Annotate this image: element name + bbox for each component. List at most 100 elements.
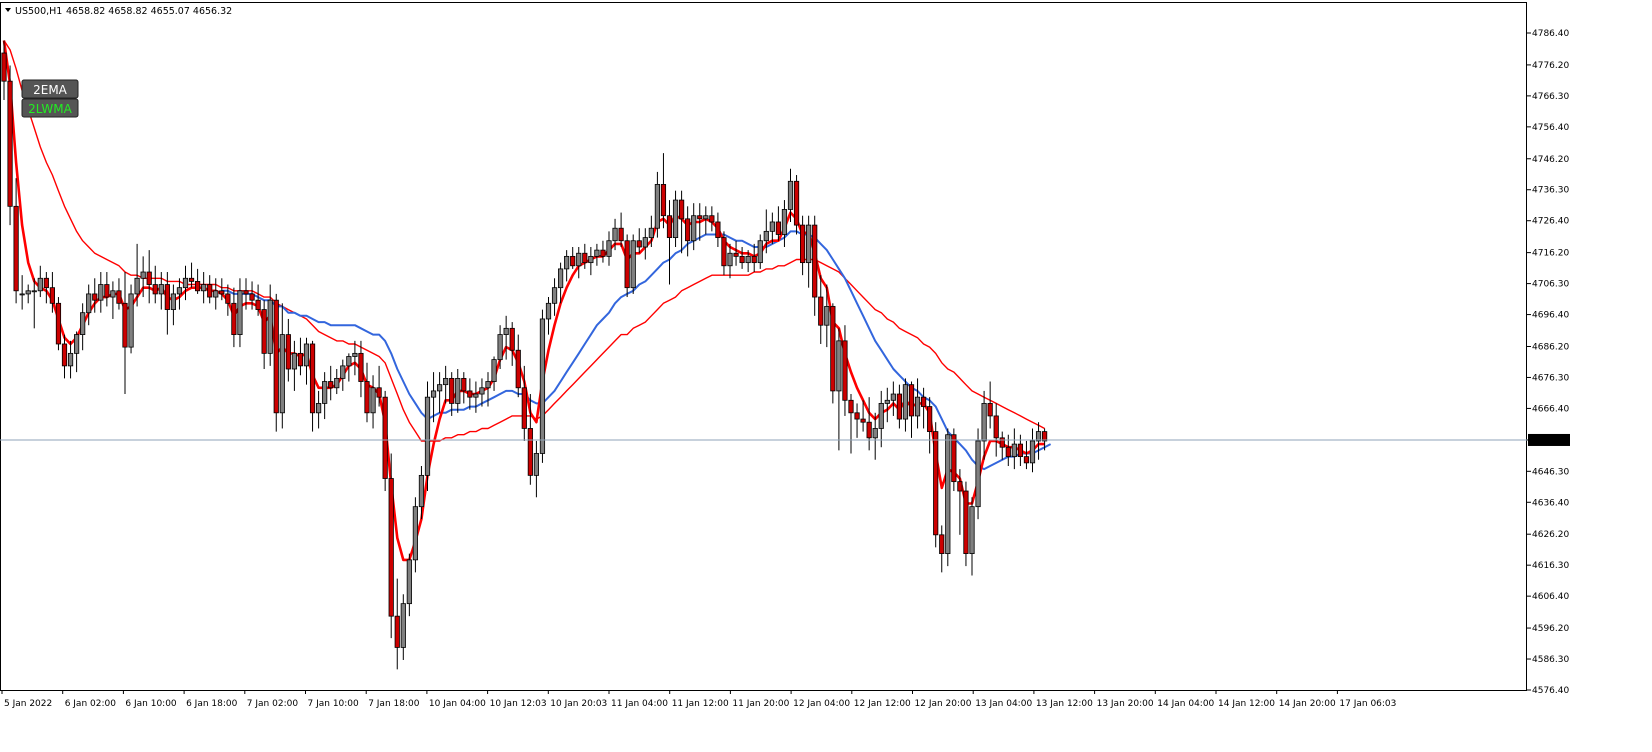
bear-candle-body xyxy=(152,284,158,295)
bull-candle-body xyxy=(31,290,37,293)
bear-candle-body xyxy=(951,434,957,483)
bull-candle-body xyxy=(558,268,564,289)
ema-button[interactable]: 2EMA xyxy=(21,79,79,99)
bull-candle-body xyxy=(902,384,909,420)
bull-candle-body xyxy=(975,440,981,508)
y-tick-label: 4606.40 xyxy=(1532,592,1569,602)
bull-candle-body xyxy=(703,215,709,220)
candle xyxy=(945,428,951,567)
bull-candle-body xyxy=(769,221,775,232)
candle xyxy=(7,65,13,226)
y-tick-label: 4716.20 xyxy=(1532,249,1569,259)
bear-candle-body xyxy=(709,215,715,223)
bull-candle-body xyxy=(485,381,491,389)
bear-candle-body xyxy=(739,255,745,264)
bull-candle-body xyxy=(727,252,733,267)
chart-window: 4786.40 4776.20 4766.30 4756.40 4746.20 4736.… xyxy=(0,0,1652,752)
bull-candle-body xyxy=(479,387,485,395)
bear-candle-body xyxy=(685,218,691,242)
bear-candle-body xyxy=(231,302,237,335)
x-tick-label: 6 Jan 18:00 xyxy=(186,699,238,709)
y-tick-label: 4766.30 xyxy=(1532,92,1569,102)
x-tick-label: 10 Jan 04:00 xyxy=(429,699,486,709)
candle xyxy=(273,293,279,432)
bull-candle-body xyxy=(836,340,842,392)
y-tick-label: 4736.30 xyxy=(1532,186,1569,196)
bear-candle-body xyxy=(364,381,370,414)
bear-candle-body xyxy=(13,205,19,292)
bear-candle-body xyxy=(812,224,818,298)
bear-candle-body xyxy=(600,249,606,257)
bear-candle-body xyxy=(793,180,800,226)
bull-candle-body xyxy=(346,356,352,367)
y-tick-label: 4596.20 xyxy=(1532,624,1569,634)
bear-candle-body xyxy=(1017,443,1024,458)
x-tick-label: 6 Jan 10:00 xyxy=(125,699,177,709)
bull-candle-body xyxy=(334,377,340,389)
ema-button-label: 2EMA xyxy=(33,83,68,97)
bear-candle-body xyxy=(261,309,267,354)
bear-candle-body xyxy=(43,277,49,289)
candle xyxy=(951,428,957,492)
x-tick-label: 7 Jan 18:00 xyxy=(368,699,420,709)
bull-candle-body xyxy=(303,343,310,367)
bull-candle-body xyxy=(672,199,679,239)
bull-candle-body xyxy=(654,184,661,229)
bull-candle-body xyxy=(158,284,164,295)
bull-candle-body xyxy=(213,290,219,298)
bear-candle-body xyxy=(467,390,473,398)
bull-candle-body xyxy=(981,403,987,442)
bull-candle-body xyxy=(914,396,921,417)
x-tick-label: 5 Jan 2022 xyxy=(4,699,52,709)
bull-candle-body xyxy=(576,252,582,267)
bull-candle-body xyxy=(25,290,31,295)
bull-candle-body xyxy=(564,255,570,270)
bear-candle-body xyxy=(570,255,576,267)
candle xyxy=(975,428,981,520)
current-price-label: 4656.32 xyxy=(1532,436,1569,446)
x-tick-label: 7 Jan 02:00 xyxy=(247,699,299,709)
bull-candle-body xyxy=(884,399,890,404)
bear-candle-body xyxy=(225,293,231,304)
candle xyxy=(382,390,388,492)
bear-candle-body xyxy=(715,221,721,239)
candle xyxy=(424,381,431,492)
bull-candle-body xyxy=(648,227,654,239)
candle xyxy=(388,453,394,639)
price-chart[interactable]: 4786.40 4776.20 4766.30 4756.40 4746.20 4736.… xyxy=(0,0,1652,752)
bull-candle-body xyxy=(98,284,104,301)
bull-candle-body xyxy=(406,559,412,605)
bear-candle-body xyxy=(49,287,56,304)
lwma-button[interactable]: 2LWMA xyxy=(21,98,79,118)
bear-candle-body xyxy=(188,277,195,282)
bull-candle-body xyxy=(340,365,346,379)
y-tick-label: 4646.30 xyxy=(1532,467,1569,477)
bull-candle-body xyxy=(757,240,763,264)
y-tick-label: 4776.20 xyxy=(1532,61,1569,71)
lwma-button-label: 2LWMA xyxy=(28,102,72,116)
bull-candle-body xyxy=(642,237,648,248)
bear-candle-body xyxy=(394,615,400,648)
y-tick-label: 4616.30 xyxy=(1532,561,1569,571)
symbol-label: US500,H1 xyxy=(15,6,62,17)
bear-candle-body xyxy=(146,271,152,285)
bear-candle-body xyxy=(933,431,939,536)
x-tick-label: 7 Jan 10:00 xyxy=(308,699,360,709)
bull-candle-body xyxy=(182,277,189,289)
bull-candle-body xyxy=(19,293,25,296)
bull-candle-body xyxy=(691,215,697,242)
bear-candle-body xyxy=(382,396,388,479)
bull-candle-body xyxy=(201,284,207,292)
bear-candle-body xyxy=(939,534,945,554)
bear-candle-body xyxy=(957,481,963,492)
bear-candle-body xyxy=(55,302,62,345)
bull-candle-body xyxy=(503,327,509,335)
bear-candle-body xyxy=(624,240,630,289)
x-tick-label: 14 Jan 04:00 xyxy=(1157,699,1214,709)
bear-candle-body xyxy=(297,352,304,367)
y-tick-label: 4706.30 xyxy=(1532,280,1569,290)
bull-candle-body xyxy=(1011,443,1017,458)
bull-candle-body xyxy=(80,312,86,335)
bull-candle-body xyxy=(400,603,406,648)
bear-candle-body xyxy=(521,387,527,429)
